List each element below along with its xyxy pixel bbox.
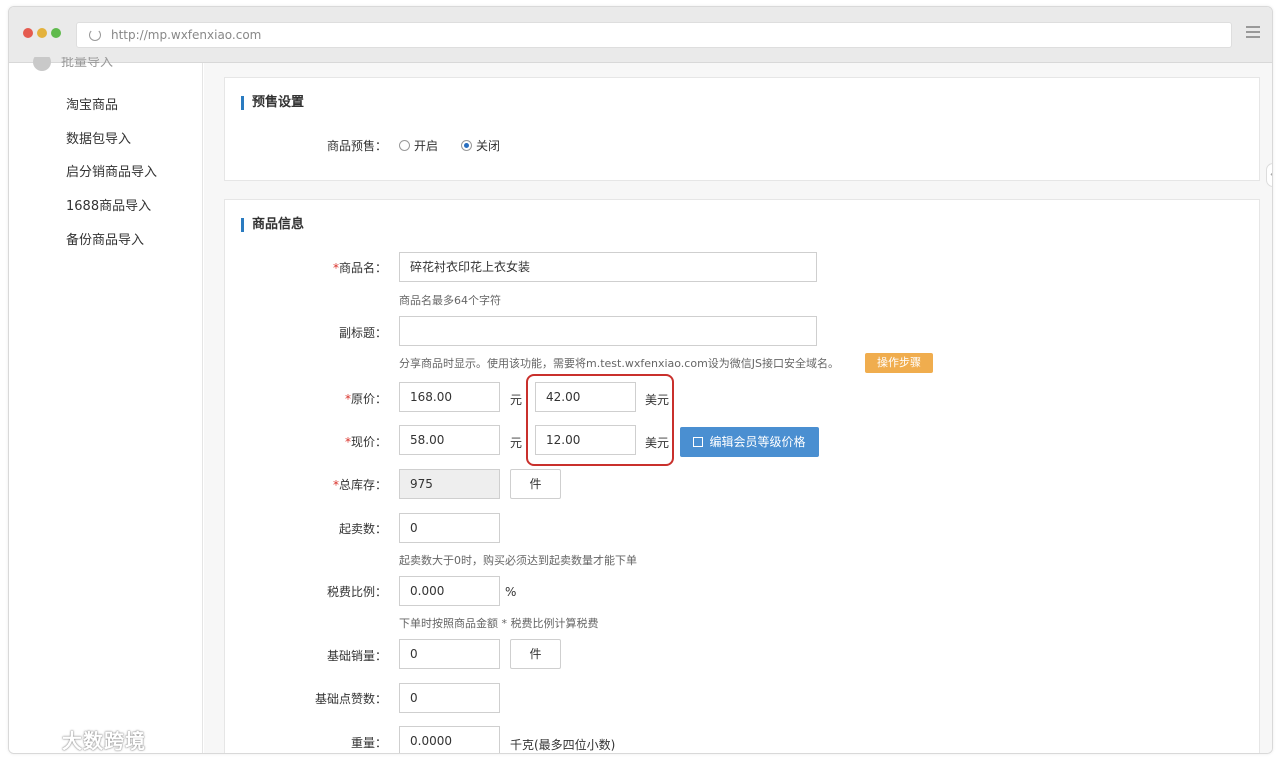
- original-price-label: *原价：: [344, 392, 387, 406]
- presale-close-radio[interactable]: 关闭: [461, 137, 500, 154]
- sidebar-item-qifenxiao[interactable]: 启分销商品导入: [66, 161, 157, 180]
- sidebar-item-1688[interactable]: 1688商品导入: [66, 195, 151, 214]
- product-name-label: *商品名：: [332, 261, 387, 275]
- edit-member-price-button[interactable]: 编辑会员等级价格: [680, 427, 819, 457]
- base-sales-label: 基础销量：: [326, 649, 387, 663]
- hamburger-menu-icon[interactable]: [1246, 26, 1260, 38]
- presale-label: 商品预售：: [326, 139, 387, 153]
- sidebar-item-data-package[interactable]: 数据包导入: [66, 128, 131, 147]
- subtitle-input[interactable]: [399, 316, 817, 346]
- operation-steps-button[interactable]: 操作步骤: [865, 353, 933, 373]
- base-sales-input[interactable]: 0: [399, 639, 500, 669]
- min-qty-hint: 起卖数大于0时，购买必须达到起卖数量才能下单: [399, 554, 637, 567]
- import-icon: [33, 57, 51, 71]
- original-price-cny-input[interactable]: 168.00: [399, 382, 500, 412]
- edit-icon: [693, 437, 704, 447]
- sidebar-item-backup[interactable]: 备份商品导入: [66, 229, 144, 248]
- radio-checked-icon: [461, 140, 472, 151]
- watermark-text: 大数跨境: [62, 729, 146, 753]
- sidebar-item-taobao[interactable]: 淘宝商品: [66, 94, 118, 113]
- product-info-title: 商品信息: [241, 218, 304, 232]
- current-price-cny-input[interactable]: 58.00: [399, 425, 500, 455]
- presale-open-radio[interactable]: 开启: [399, 137, 438, 154]
- subtitle-hint: 分享商品时显示。使用该功能，需要将m.test.wxfenxiao.com设为微…: [399, 357, 840, 370]
- stock-label: *总库存：: [332, 478, 387, 492]
- tax-hint: 下单时按照商品金额 * 税费比例计算税费: [399, 617, 599, 630]
- sidebar: 批量导入 淘宝商品 数据包导入 启分销商品导入 1688商品导入 备份商品导入: [9, 57, 203, 753]
- maximize-window-icon[interactable]: [51, 28, 61, 38]
- weight-unit: 千克(最多四位小数): [510, 738, 616, 752]
- subtitle-label: 副标题：: [338, 326, 387, 340]
- address-bar[interactable]: http://mp.wxfenxiao.com: [76, 22, 1232, 48]
- tax-label: 税费比例：: [326, 585, 387, 599]
- base-likes-input[interactable]: 0: [399, 683, 500, 713]
- presale-title: 预售设置: [241, 96, 304, 110]
- weight-label: 重量：: [350, 736, 387, 750]
- collapse-panel-button[interactable]: ‹: [1266, 163, 1272, 187]
- main-content: ‹ 预售设置 商品预售： 开启 关闭 商品信息 *商品名： 碎花衬衣印花上衣女装…: [204, 63, 1272, 753]
- stock-input: 975: [399, 469, 500, 499]
- sidebar-group-label: 批量导入: [61, 57, 114, 70]
- watermark: 大数跨境: [10, 725, 146, 754]
- chevron-left-icon: ‹: [1270, 170, 1272, 180]
- usd-price-highlight: [526, 374, 674, 466]
- base-sales-unit-button[interactable]: 件: [510, 639, 561, 669]
- reload-icon[interactable]: [89, 29, 101, 41]
- min-qty-input[interactable]: 0: [399, 513, 500, 543]
- tax-input[interactable]: 0.000: [399, 576, 500, 606]
- address-url: http://mp.wxfenxiao.com: [111, 28, 262, 42]
- browser-window: http://mp.wxfenxiao.com 批量导入 淘宝商品 数据包导入 …: [8, 6, 1273, 754]
- min-qty-label: 起卖数：: [338, 522, 387, 536]
- stock-unit-button[interactable]: 件: [510, 469, 561, 499]
- presale-panel: 预售设置 商品预售： 开启 关闭: [224, 77, 1260, 181]
- product-name-hint: 商品名最多64个字符: [399, 294, 501, 307]
- percent-unit: %: [505, 585, 517, 599]
- watermark-logo-icon: [10, 727, 58, 753]
- radio-unchecked-icon: [399, 140, 410, 151]
- product-name-input[interactable]: 碎花衬衣印花上衣女装: [399, 252, 817, 282]
- product-info-panel: 商品信息 *商品名： 碎花衬衣印花上衣女装 商品名最多64个字符 副标题： 分享…: [224, 199, 1260, 753]
- sidebar-group-header[interactable]: 批量导入: [33, 57, 193, 73]
- radio-label: 开启: [414, 139, 439, 153]
- cny-unit: 元: [510, 393, 523, 407]
- current-price-label: *现价：: [344, 435, 387, 449]
- browser-toolbar: http://mp.wxfenxiao.com: [9, 7, 1272, 63]
- minimize-window-icon[interactable]: [37, 28, 47, 38]
- cny-unit: 元: [510, 436, 523, 450]
- close-window-icon[interactable]: [23, 28, 33, 38]
- radio-label: 关闭: [476, 139, 501, 153]
- base-likes-label: 基础点赞数：: [314, 692, 387, 706]
- weight-input[interactable]: 0.0000: [399, 726, 500, 753]
